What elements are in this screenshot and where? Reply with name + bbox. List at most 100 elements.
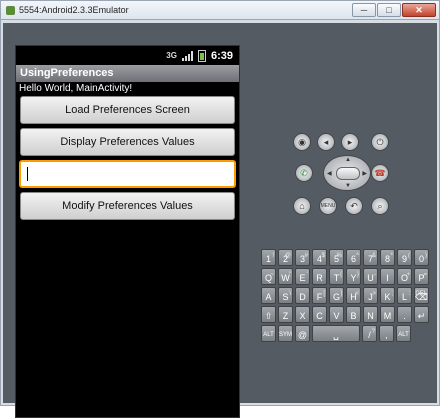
key-sublabel: + bbox=[406, 272, 410, 278]
dpad-down-icon[interactable]: ▼ bbox=[345, 183, 351, 189]
key-row4-3[interactable]: C bbox=[312, 306, 327, 323]
key-sublabel: > bbox=[372, 291, 376, 297]
preferences-text-input[interactable] bbox=[19, 160, 236, 188]
key-row4-0[interactable]: ⇧ bbox=[261, 306, 276, 323]
key-row1-0[interactable]: 1! bbox=[261, 249, 276, 266]
key-row3-8[interactable]: L: bbox=[397, 287, 412, 304]
key-row1-2[interactable]: 3 # bbox=[295, 249, 310, 266]
key-label: / bbox=[368, 330, 371, 340]
key-label: ↵ bbox=[417, 311, 426, 321]
dpad-up-icon[interactable]: ▲ bbox=[345, 157, 351, 163]
key-sublabel: ) bbox=[425, 253, 427, 259]
key-sublabel: DEL bbox=[415, 291, 427, 297]
key-label: T bbox=[333, 273, 340, 283]
key-row3-4[interactable]: G] bbox=[329, 287, 344, 304]
key-row5-1[interactable]: SYM bbox=[278, 325, 293, 342]
key-sublabel: \ bbox=[289, 291, 291, 297]
key-row3-7[interactable]: K; bbox=[380, 287, 395, 304]
key-row2-2[interactable]: E ' bbox=[295, 268, 310, 285]
key-sublabel: # bbox=[304, 253, 308, 259]
key-row4-4[interactable]: V bbox=[329, 306, 344, 323]
power-icon[interactable]: ⏻ bbox=[371, 133, 389, 151]
key-row5-4[interactable]: /? bbox=[362, 325, 377, 342]
key-row2-0[interactable]: Q ~ bbox=[261, 268, 276, 285]
key-label: 9 bbox=[401, 254, 407, 264]
key-row4-9[interactable]: ↵ bbox=[414, 306, 429, 323]
text-caret bbox=[27, 167, 28, 181]
back-icon[interactable]: ↶ bbox=[345, 197, 363, 215]
end-call-icon[interactable]: ☎ bbox=[371, 164, 389, 182]
key-row4-8[interactable]: . bbox=[397, 306, 412, 323]
dpad[interactable]: ▲ ▼ ◀ ▶ bbox=[323, 155, 371, 191]
dpad-center-button[interactable] bbox=[336, 167, 360, 180]
key-row2-3[interactable]: R bbox=[312, 268, 327, 285]
key-label: C bbox=[316, 311, 323, 321]
key-row4-2[interactable]: X bbox=[295, 306, 310, 323]
key-row2-7[interactable]: I bbox=[380, 268, 395, 285]
key-label: F bbox=[316, 292, 323, 302]
volume-down-icon[interactable]: ◂ bbox=[317, 133, 335, 151]
search-icon[interactable]: ⌕ bbox=[371, 197, 389, 215]
key-row4-7[interactable]: M bbox=[380, 306, 395, 323]
camera-icon[interactable]: ◉ bbox=[293, 133, 311, 151]
key-row2-5[interactable]: Y} bbox=[346, 268, 361, 285]
android-statusbar: 3G 6:39 bbox=[16, 46, 239, 65]
key-sublabel: - bbox=[374, 272, 376, 278]
key-row3-1[interactable]: S \ bbox=[278, 287, 293, 304]
key-row2-4[interactable]: T{ bbox=[329, 268, 344, 285]
modify-preferences-button[interactable]: Modify Preferences Values bbox=[20, 192, 235, 220]
home-icon[interactable]: ⌂ bbox=[293, 197, 311, 215]
key-row4-5[interactable]: B bbox=[346, 306, 361, 323]
key-row1-9[interactable]: 0) bbox=[414, 249, 429, 266]
key-row1-4[interactable]: 5% bbox=[329, 249, 344, 266]
key-row4-1[interactable]: Z bbox=[278, 306, 293, 323]
key-row2-6[interactable]: U- bbox=[363, 268, 378, 285]
key-row5-3[interactable]: ␣ bbox=[312, 325, 360, 342]
key-row2-1[interactable]: W " bbox=[278, 268, 293, 285]
load-preferences-button[interactable]: Load Preferences Screen bbox=[20, 96, 235, 124]
key-label: L bbox=[401, 292, 407, 302]
window-titlebar[interactable]: 5554:Android2.3.3Emulator ─ □ ✕ bbox=[0, 0, 440, 20]
call-icon[interactable]: ✆ bbox=[295, 164, 313, 182]
close-button[interactable]: ✕ bbox=[402, 3, 436, 17]
key-label: SYM bbox=[279, 332, 293, 338]
key-row5-2[interactable]: @ bbox=[295, 325, 310, 342]
key-row2-8[interactable]: O + bbox=[397, 268, 412, 285]
signal-icon bbox=[181, 50, 193, 61]
hello-text: Hello World, MainActivity! bbox=[19, 83, 133, 94]
key-row1-8[interactable]: 9( bbox=[397, 249, 412, 266]
key-row3-2[interactable]: D bbox=[295, 287, 310, 304]
volume-up-icon[interactable]: ▸ bbox=[341, 133, 359, 151]
dpad-left-icon[interactable]: ◀ bbox=[327, 170, 332, 177]
key-row1-6[interactable]: 7 & bbox=[363, 249, 378, 266]
menu-button[interactable]: MENU bbox=[319, 197, 337, 215]
device-screen[interactable]: 3G 6:39 UsingPreferences Hello World, Ma… bbox=[15, 45, 240, 418]
key-row4-6[interactable]: N bbox=[363, 306, 378, 323]
key-label: . bbox=[403, 311, 406, 321]
key-row3-5[interactable]: H < bbox=[346, 287, 361, 304]
maximize-button[interactable]: □ bbox=[377, 3, 401, 17]
key-row5-5[interactable]: , bbox=[379, 325, 394, 342]
key-row3-9[interactable]: ⌫ DEL bbox=[414, 287, 429, 304]
key-row1-3[interactable]: 4 $ bbox=[312, 249, 327, 266]
key-row3-6[interactable]: J > bbox=[363, 287, 378, 304]
key-label: 1 bbox=[265, 254, 271, 264]
key-row2-9[interactable]: P = bbox=[414, 268, 429, 285]
display-preferences-button[interactable]: Display Preferences Values bbox=[20, 128, 235, 156]
key-row5-6[interactable]: ALT bbox=[396, 325, 411, 342]
key-row5-0[interactable]: ALT bbox=[261, 325, 276, 342]
key-row1-7[interactable]: 8 * bbox=[380, 249, 395, 266]
key-row1-5[interactable]: 6 ^ bbox=[346, 249, 361, 266]
key-row1-1[interactable]: 2 @ bbox=[278, 249, 293, 266]
key-sublabel: ! bbox=[272, 253, 274, 259]
key-label: Z bbox=[282, 311, 289, 321]
key-sublabel: * bbox=[390, 253, 393, 259]
minimize-button[interactable]: ─ bbox=[352, 3, 376, 17]
key-row3-3[interactable]: F[ bbox=[312, 287, 327, 304]
key-row3-0[interactable]: A bbox=[261, 287, 276, 304]
emulator-app-icon bbox=[6, 5, 15, 15]
key-label: A bbox=[265, 292, 272, 302]
key-sublabel: [ bbox=[323, 291, 325, 297]
key-sublabel: ' bbox=[306, 272, 308, 278]
dpad-right-icon[interactable]: ▶ bbox=[362, 170, 367, 177]
